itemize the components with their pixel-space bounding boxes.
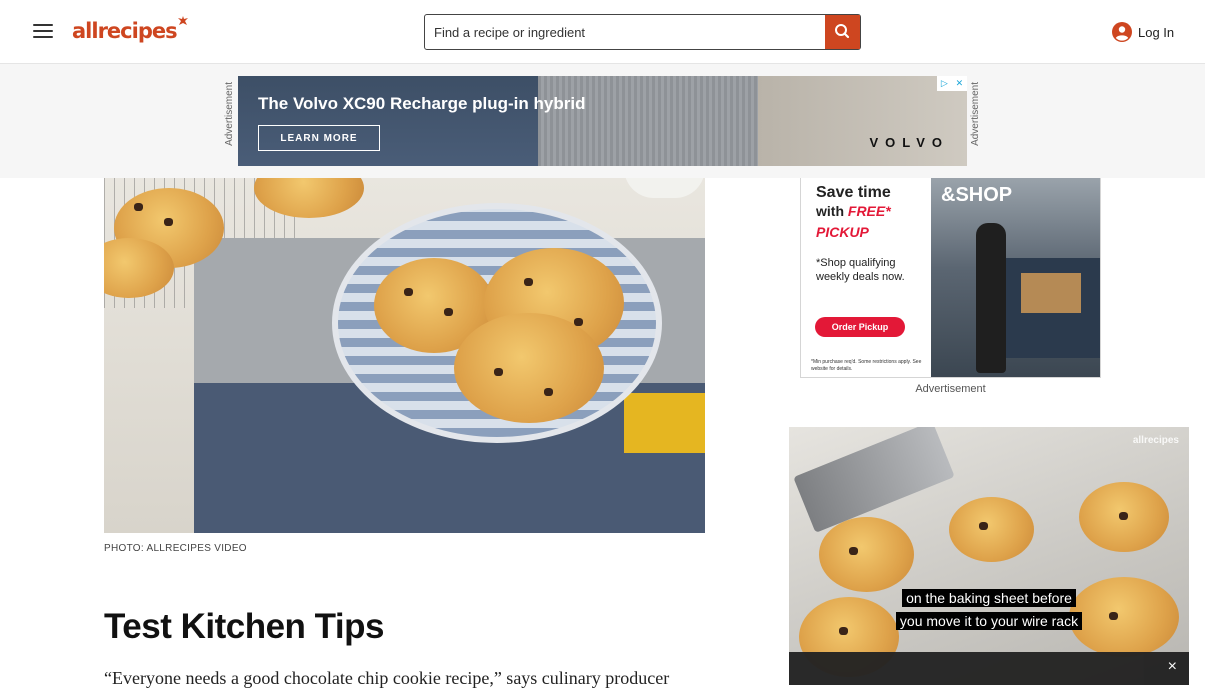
ad-text-panel: Save time with FREE* PICKUP *Shop qualif… [801,178,931,377]
site-logo[interactable]: allrecipes [72,16,188,43]
search-icon [835,24,850,39]
video-watermark: allrecipes [1132,435,1179,446]
cookie-hero-photo [104,178,705,533]
ad-brand-logo: VOLVO [869,135,949,150]
ad-headline: The Volvo XC90 Recharge plug-in hybrid [258,94,586,113]
top-ad-band: Advertisement The Volvo XC90 Recharge pl… [0,64,1205,178]
chocolate-chip [494,368,503,376]
subtitle-text: you move it to your wire rack [895,612,1083,630]
milk-glass [624,178,705,198]
ad-headline-line3: PICKUP [816,224,869,240]
chocolate-chip [574,318,583,326]
grocery-boxes [1021,273,1081,313]
side-ad-label: Advertisement [915,383,986,395]
site-header: allrecipes Log In [0,0,1205,64]
ad-photo: &SHOP [931,178,1100,377]
article-paragraph: “Everyone needs a good chocolate chip co… [104,668,670,688]
video-subtitle-line1: on the baking sheet before [789,589,1189,607]
chocolate-chip [404,288,413,296]
volvo-banner-ad[interactable]: The Volvo XC90 Recharge plug-in hybrid L… [238,76,967,166]
chocolate-chip [979,522,988,530]
search-box [424,14,861,50]
ad-headline-emphasis: FREE* [847,203,891,219]
ad-headline-line2: with FREE* [816,203,891,219]
ad-close-icon[interactable]: ✕ [956,78,964,89]
login-label[interactable]: Log In [1138,25,1174,40]
video-close-icon[interactable]: × [1168,658,1177,676]
search-input[interactable] [425,15,825,49]
login-button[interactable]: Log In [1112,21,1174,43]
user-account-icon [1112,22,1132,42]
section-heading: Test Kitchen Tips [104,607,384,646]
ad-subtext: *Shop qualifying weekly deals now. [816,257,905,283]
ad-headline-prefix: with [816,203,848,219]
order-pickup-button[interactable]: Order Pickup [815,317,905,337]
logo-text[interactable]: allrecipes [72,19,178,43]
chocolate-chip [849,547,858,555]
cookie [454,313,604,423]
store-pickup-ad[interactable]: Save time with FREE* PICKUP *Shop qualif… [800,178,1101,378]
subtitle-text: on the baking sheet before [902,589,1076,607]
search-button[interactable] [825,15,860,49]
video-control-bar: × [789,652,1189,685]
photo-credit: PHOTO: ALLRECIPES VIDEO [104,543,247,554]
ad-label-right: Advertisement [970,82,981,146]
hamburger-menu-icon[interactable] [30,20,56,44]
ad-learn-more-button[interactable]: LEARN MORE [258,125,380,151]
logo-burst-icon [177,16,188,25]
ad-fine-print: *Min purchase req'd. Some restrictions a… [811,359,922,372]
ad-headline-line1: Save time [816,184,891,201]
chocolate-chip [134,203,143,211]
chocolate-chip [164,218,173,226]
chocolate-chip [544,388,553,396]
ad-choices-icon[interactable]: ▷ ✕ [937,76,967,91]
chocolate-chip [524,278,533,286]
napkin-yellow-edge [624,393,705,453]
video-subtitle-line2: you move it to your wire rack [789,612,1189,630]
cookie [949,497,1034,562]
chocolate-chip [444,308,453,316]
ad-label-left: Advertisement [224,82,235,146]
chocolate-chip [1119,512,1128,520]
store-sign: &SHOP [941,184,1013,206]
ad-info-icon[interactable]: ▷ [941,78,948,89]
recipe-video-player[interactable]: allrecipes on the baking sheet before yo… [789,427,1189,685]
cookie [819,517,914,592]
employee-figure [976,223,1006,373]
ad-interior-image [758,76,967,166]
